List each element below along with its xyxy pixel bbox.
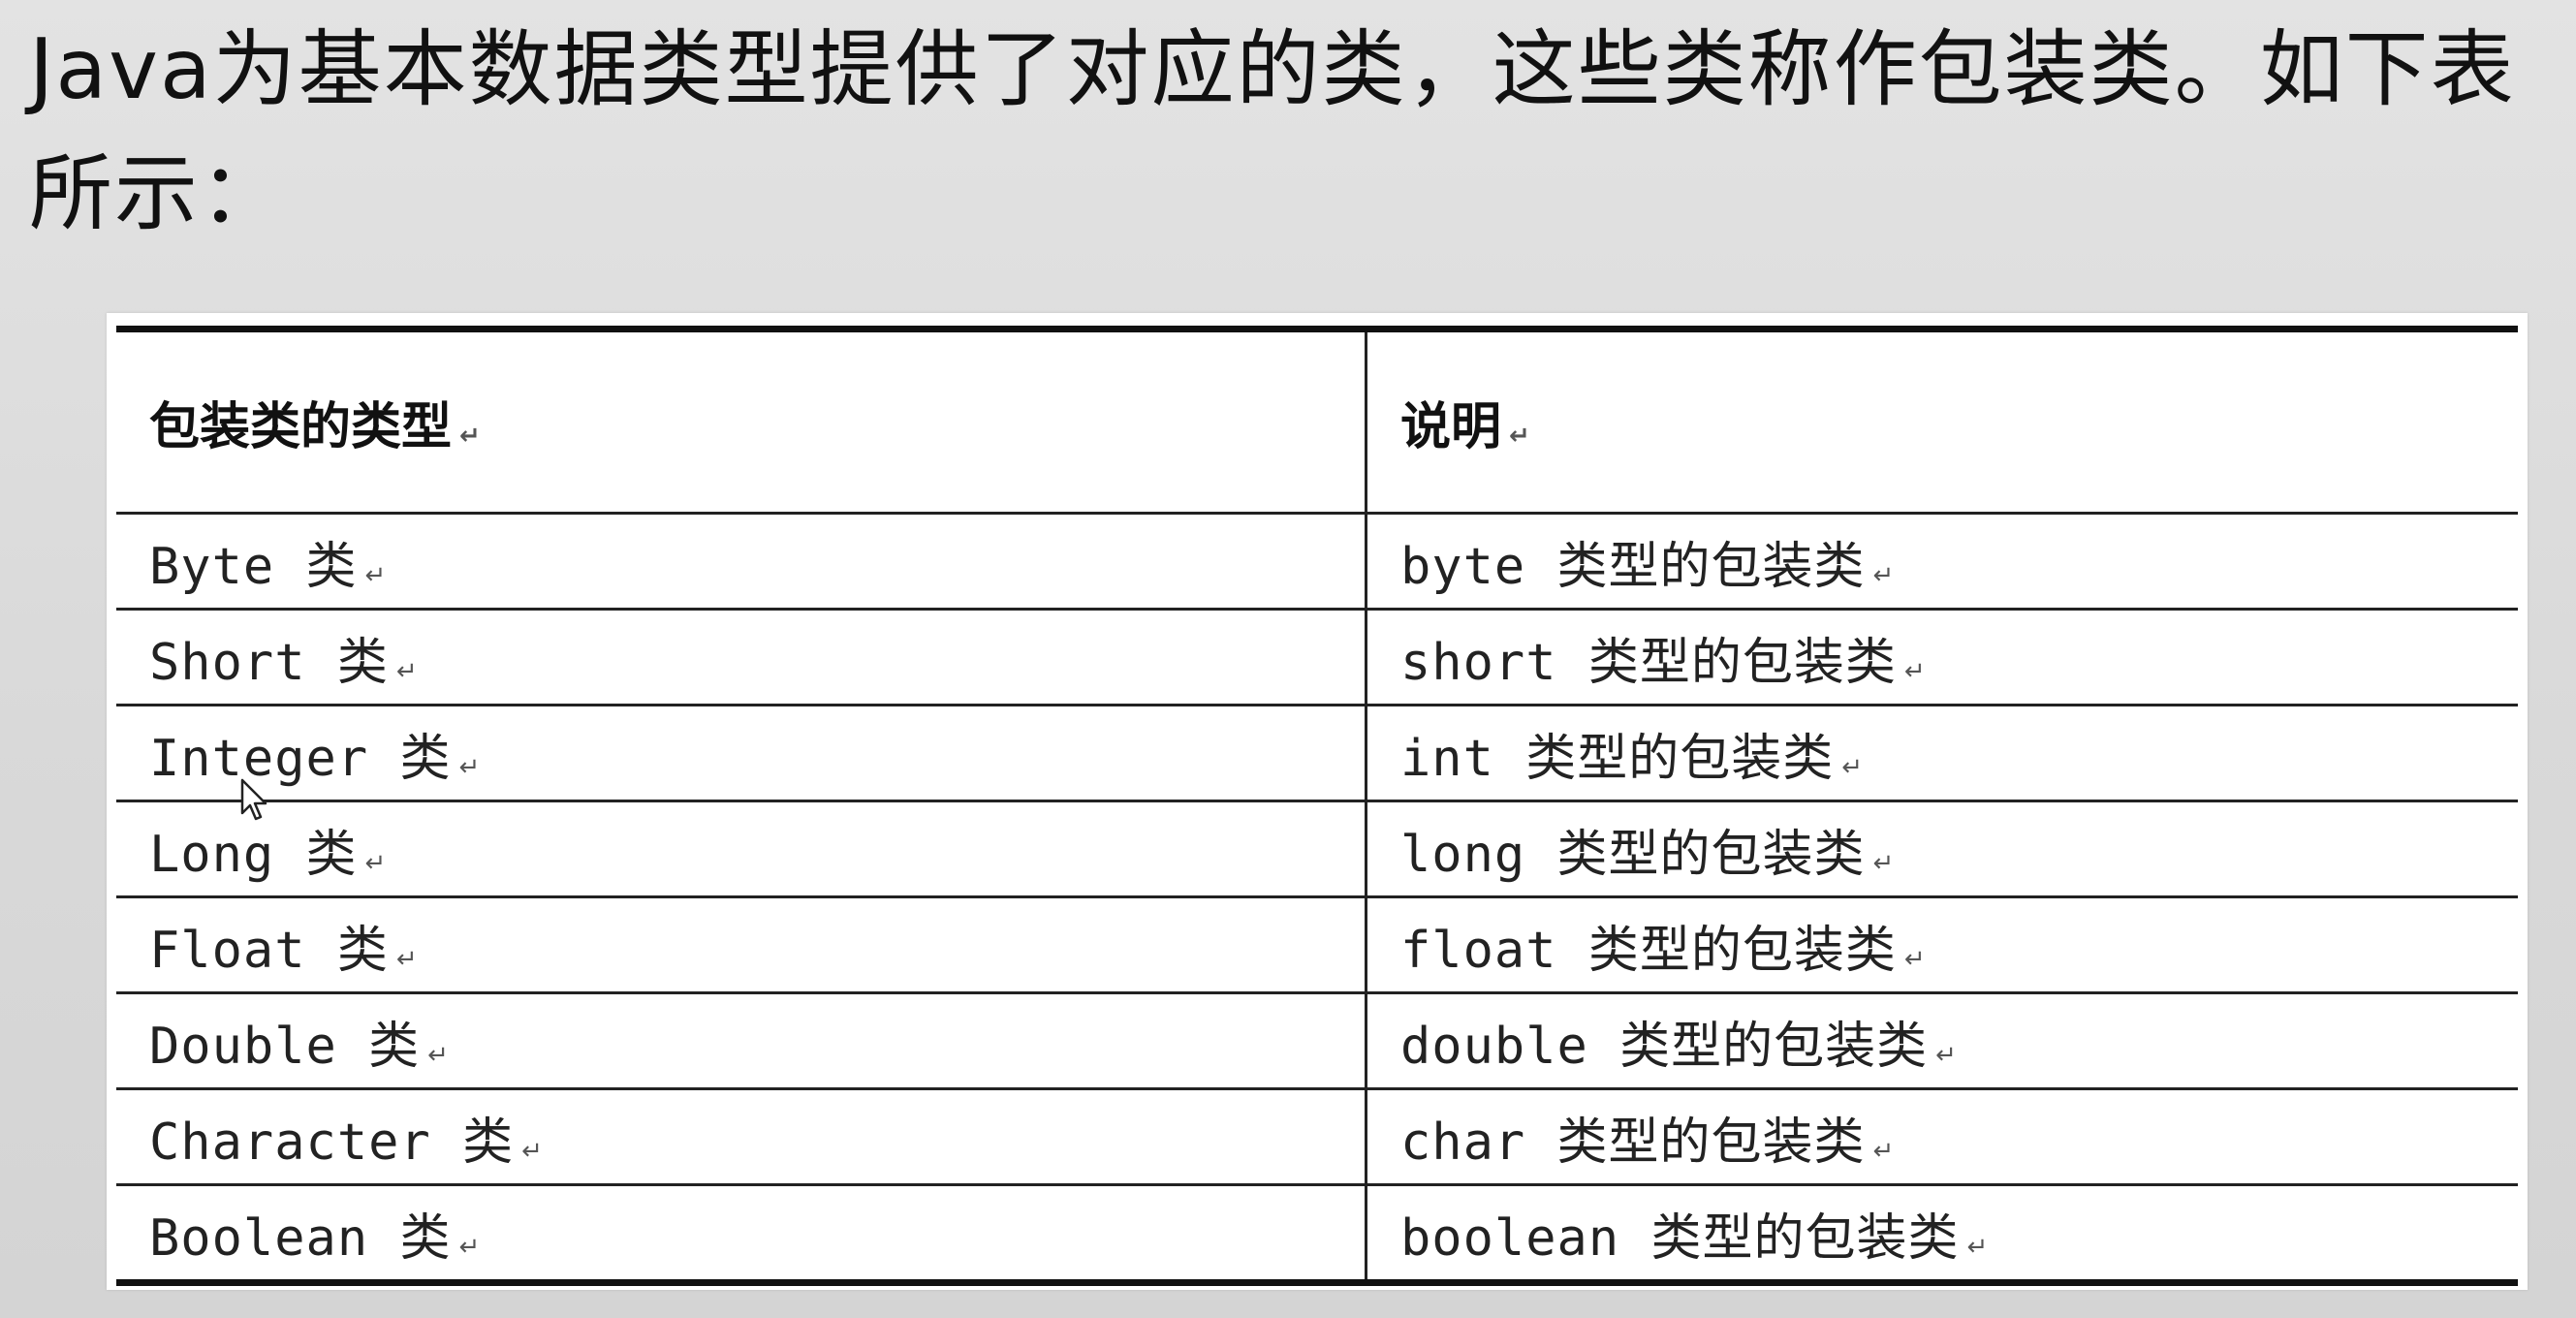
type-cell: Short 类 ↵	[116, 608, 1367, 706]
description-cell: float 类型的包装类 ↵	[1366, 895, 2518, 993]
type-cell: Double 类 ↵	[116, 991, 1367, 1089]
paragraph-mark-icon: ↵	[521, 1136, 544, 1166]
type-cell: Character 类 ↵	[116, 1087, 1367, 1185]
table-row: Integer 类 ↵ int 类型的包装类 ↵	[116, 704, 2518, 801]
paragraph-mark-icon: ↵	[1903, 944, 1927, 974]
paragraph-mark-icon: ↵	[1935, 1040, 1958, 1070]
table-row: Character 类 ↵ char 类型的包装类 ↵	[116, 1087, 2518, 1185]
type-cell: Long 类 ↵	[116, 800, 1367, 897]
type-cell: Integer 类 ↵	[116, 704, 1367, 801]
description-cell: long 类型的包装类 ↵	[1366, 800, 2518, 897]
table-row: Long 类 ↵ long 类型的包装类 ↵	[116, 800, 2518, 897]
paragraph-mark-icon: ↵	[1872, 1136, 1896, 1166]
description-cell: boolean 类型的包装类 ↵	[1366, 1183, 2518, 1286]
paragraph-mark-icon: ↵	[1841, 752, 1865, 782]
slide: Java为基本数据类型提供了对应的类，这些类称作包装类。如下表所示： 包装类的类…	[0, 0, 2576, 1318]
paragraph-mark-icon: ↵	[458, 752, 482, 782]
table-row: Float 类 ↵ float 类型的包装类 ↵	[116, 895, 2518, 993]
intro-text: Java为基本数据类型提供了对应的类，这些类称作包装类。如下表所示：	[29, 21, 2516, 242]
paragraph-mark-icon: ↵	[395, 656, 419, 686]
type-cell: Boolean 类 ↵	[116, 1183, 1367, 1286]
header-cell-type: 包装类的类型 ↵	[116, 326, 1367, 515]
paragraph-mark-icon: ↵	[1966, 1232, 1990, 1262]
description-cell: short 类型的包装类 ↵	[1366, 608, 2518, 706]
table-header-row: 包装类的类型 ↵ 说明 ↵	[116, 326, 2518, 515]
paragraph-mark-icon: ↵	[1872, 560, 1896, 590]
paragraph-mark-icon: ↵	[395, 944, 419, 974]
description-cell: char 类型的包装类 ↵	[1366, 1087, 2518, 1185]
table-row: Byte 类 ↵ byte 类型的包装类 ↵	[116, 512, 2518, 610]
type-cell: Byte 类 ↵	[116, 512, 1367, 610]
description-cell: byte 类型的包装类 ↵	[1366, 512, 2518, 610]
paragraph-mark-icon: ↵	[458, 1232, 482, 1262]
wrapper-class-table-card: 包装类的类型 ↵ 说明 ↵ Byte 类 ↵ byte 类型的包装类 ↵ Short 类…	[107, 313, 2528, 1290]
table-row: Double 类 ↵ double 类型的包装类 ↵	[116, 991, 2518, 1089]
paragraph-mark-icon: ↵	[364, 560, 388, 590]
paragraph-mark-icon: ↵	[1903, 656, 1927, 686]
mouse-pointer-icon	[240, 778, 267, 821]
paragraph-mark-icon: ↵	[1509, 422, 1530, 451]
paragraph-mark-icon: ↵	[427, 1040, 450, 1070]
wrapper-class-table: 包装类的类型 ↵ 说明 ↵ Byte 类 ↵ byte 类型的包装类 ↵ Short 类…	[116, 326, 2518, 1286]
table-row: Short 类 ↵ short 类型的包装类 ↵	[116, 608, 2518, 706]
type-cell: Float 类 ↵	[116, 895, 1367, 993]
description-cell: int 类型的包装类 ↵	[1366, 704, 2518, 801]
paragraph-mark-icon: ↵	[459, 422, 481, 451]
paragraph-mark-icon: ↵	[364, 848, 388, 878]
paragraph-mark-icon: ↵	[1872, 848, 1896, 878]
table-row: Boolean 类 ↵ boolean 类型的包装类 ↵	[116, 1183, 2518, 1286]
header-cell-description: 说明 ↵	[1366, 326, 2518, 515]
description-cell: double 类型的包装类 ↵	[1366, 991, 2518, 1089]
